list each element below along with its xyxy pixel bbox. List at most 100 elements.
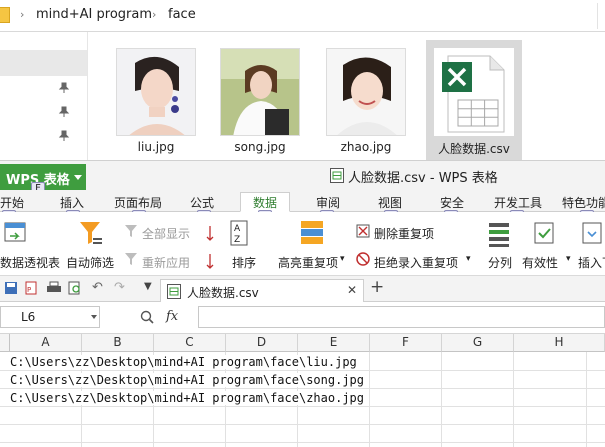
formula-input[interactable] <box>198 306 605 328</box>
image-thumbnail <box>220 48 300 136</box>
pin-icon[interactable] <box>58 106 70 118</box>
zoom-icon[interactable] <box>140 310 154 324</box>
column-header[interactable]: H <box>514 334 605 352</box>
print-icon[interactable] <box>46 281 62 295</box>
autofilter-button[interactable]: 自动筛选 <box>66 254 114 271</box>
grid-line <box>441 352 442 447</box>
grid-line <box>0 406 605 407</box>
pivot-table-button[interactable]: 数据透视表 <box>0 254 60 271</box>
spreadsheet-grid[interactable]: A B C D E F G H C:\Users\zz\Desktop\mind… <box>0 334 605 447</box>
nav-selected-item[interactable] <box>0 50 87 76</box>
select-all-corner[interactable] <box>0 334 10 352</box>
chevron-right-icon: › <box>152 8 157 21</box>
spreadsheet-icon <box>330 168 344 183</box>
function-icon[interactable]: fx <box>166 309 178 324</box>
image-thumbnail <box>116 48 196 136</box>
sort-ascending-icon <box>206 226 214 269</box>
title-bar: WPS 表格 F 人脸数据.csv - WPS 表格 <box>0 160 605 196</box>
svg-text:A: A <box>234 224 241 234</box>
column-header[interactable]: D <box>226 334 298 352</box>
pivot-table-icon <box>4 222 26 242</box>
show-all-icon <box>125 225 137 237</box>
tab-home[interactable]: 开始 <box>0 194 24 211</box>
column-header[interactable]: E <box>298 334 370 352</box>
insert-dropdown-button[interactable]: 插入下 <box>578 254 605 271</box>
tab-view[interactable]: 视图 <box>378 194 402 211</box>
validation-button[interactable]: 有效性 <box>522 254 558 271</box>
cell-a1[interactable]: C:\Users\zz\Desktop\mind+AI program\face… <box>10 355 361 369</box>
address-bar[interactable]: › mind+AI program › face <box>0 0 605 32</box>
tab-insert[interactable]: 插入 <box>60 194 84 211</box>
column-header[interactable]: A <box>10 334 82 352</box>
column-header[interactable]: F <box>370 334 442 352</box>
grid-line <box>369 352 370 447</box>
tab-page-layout[interactable]: 页面布局 <box>114 194 162 211</box>
redo-icon[interactable]: ↷ <box>114 280 125 295</box>
chevron-down-icon[interactable] <box>91 315 97 319</box>
chevron-down-icon[interactable]: ▾ <box>566 254 571 264</box>
chevron-down-icon[interactable]: ▾ <box>340 254 345 264</box>
column-header[interactable]: B <box>82 334 154 352</box>
image-thumbnail <box>326 48 406 136</box>
highlight-duplicates-button[interactable]: 高亮重复项 <box>278 254 338 271</box>
tab-data[interactable]: 数据 <box>240 192 291 212</box>
divider <box>597 3 598 29</box>
filter-icon <box>80 222 102 244</box>
breadcrumb-item[interactable]: face <box>168 7 196 22</box>
customize-toolbar-icon[interactable]: ▼ <box>144 281 152 292</box>
caret-down-icon <box>74 175 82 180</box>
remove-duplicates-icon <box>356 224 370 238</box>
sort-icon: A Z <box>230 220 248 246</box>
column-header[interactable]: G <box>442 334 514 352</box>
show-all-button[interactable]: 全部显示 <box>142 225 190 242</box>
tab-developer[interactable]: 开发工具 <box>494 194 542 211</box>
sort-button[interactable]: 排序 <box>232 254 256 271</box>
close-icon[interactable]: ✕ <box>347 283 357 297</box>
tab-security[interactable]: 安全 <box>440 194 464 211</box>
cell-a3[interactable]: C:\Users\zz\Desktop\mind+AI program\face… <box>10 391 369 405</box>
print-preview-icon[interactable] <box>68 281 82 295</box>
save-icon[interactable] <box>4 281 18 295</box>
file-item-liu[interactable]: liu.jpg <box>108 40 204 160</box>
file-name: 人脸数据.csv <box>438 142 510 156</box>
pin-icon[interactable] <box>58 130 70 142</box>
tab-review[interactable]: 审阅 <box>316 194 340 211</box>
file-item-song[interactable]: song.jpg <box>212 40 308 160</box>
new-tab-icon[interactable]: + <box>370 277 384 297</box>
tab-special[interactable]: 特色功能 <box>562 194 605 211</box>
formula-bar: L6 fx <box>0 302 605 334</box>
reject-duplicates-button[interactable]: 拒绝录入重复项 <box>374 254 458 271</box>
remove-duplicates-button[interactable]: 删除重复项 <box>374 225 434 242</box>
reject-duplicates-icon <box>356 252 370 266</box>
excel-file-icon <box>434 48 514 136</box>
reapply-button[interactable]: 重新应用 <box>142 254 190 271</box>
svg-text:Z: Z <box>234 235 240 245</box>
undo-icon[interactable]: ↶ <box>92 280 103 295</box>
file-name: zhao.jpg <box>340 140 392 154</box>
name-box-value: L6 <box>21 310 36 324</box>
export-pdf-icon[interactable]: P <box>24 281 38 295</box>
ribbon-tabs: 开始 插入 页面布局 公式 数据 审阅 视图 安全 开发工具 特色功能 H N … <box>0 190 605 224</box>
text-to-columns-button[interactable]: 分列 <box>488 254 512 271</box>
name-box[interactable]: L6 <box>0 306 100 328</box>
pin-icon[interactable] <box>58 82 70 94</box>
grid-line <box>0 370 605 371</box>
document-tab[interactable]: 人脸数据.csv ✕ <box>160 279 364 302</box>
cell-a2[interactable]: C:\Users\zz\Desktop\mind+AI program\face… <box>10 373 369 387</box>
grid-line <box>586 352 587 447</box>
document-title: 人脸数据.csv - WPS 表格 <box>348 171 498 186</box>
ribbon-data: 数据透视表 自动筛选 全部显示 重新应用 A Z 排序 高亮重复项 ▾ 删除重复… <box>0 212 605 276</box>
grid-line <box>513 352 514 447</box>
insert-dropdown-icon <box>582 222 602 244</box>
navigation-pane[interactable] <box>0 32 88 160</box>
file-item-zhao[interactable]: zhao.jpg <box>318 40 414 160</box>
validation-icon <box>534 222 554 244</box>
tab-formula[interactable]: 公式 <box>190 194 214 211</box>
file-item-csv[interactable]: 人脸数据.csv <box>426 40 522 160</box>
file-explorer: › mind+AI program › face liu.jpg song.jp… <box>0 0 605 160</box>
breadcrumb-item[interactable]: mind+AI program <box>36 7 152 22</box>
column-header[interactable]: C <box>154 334 226 352</box>
spreadsheet-icon <box>167 284 181 299</box>
chevron-down-icon[interactable]: ▾ <box>466 254 471 264</box>
svg-text:P: P <box>27 286 31 294</box>
